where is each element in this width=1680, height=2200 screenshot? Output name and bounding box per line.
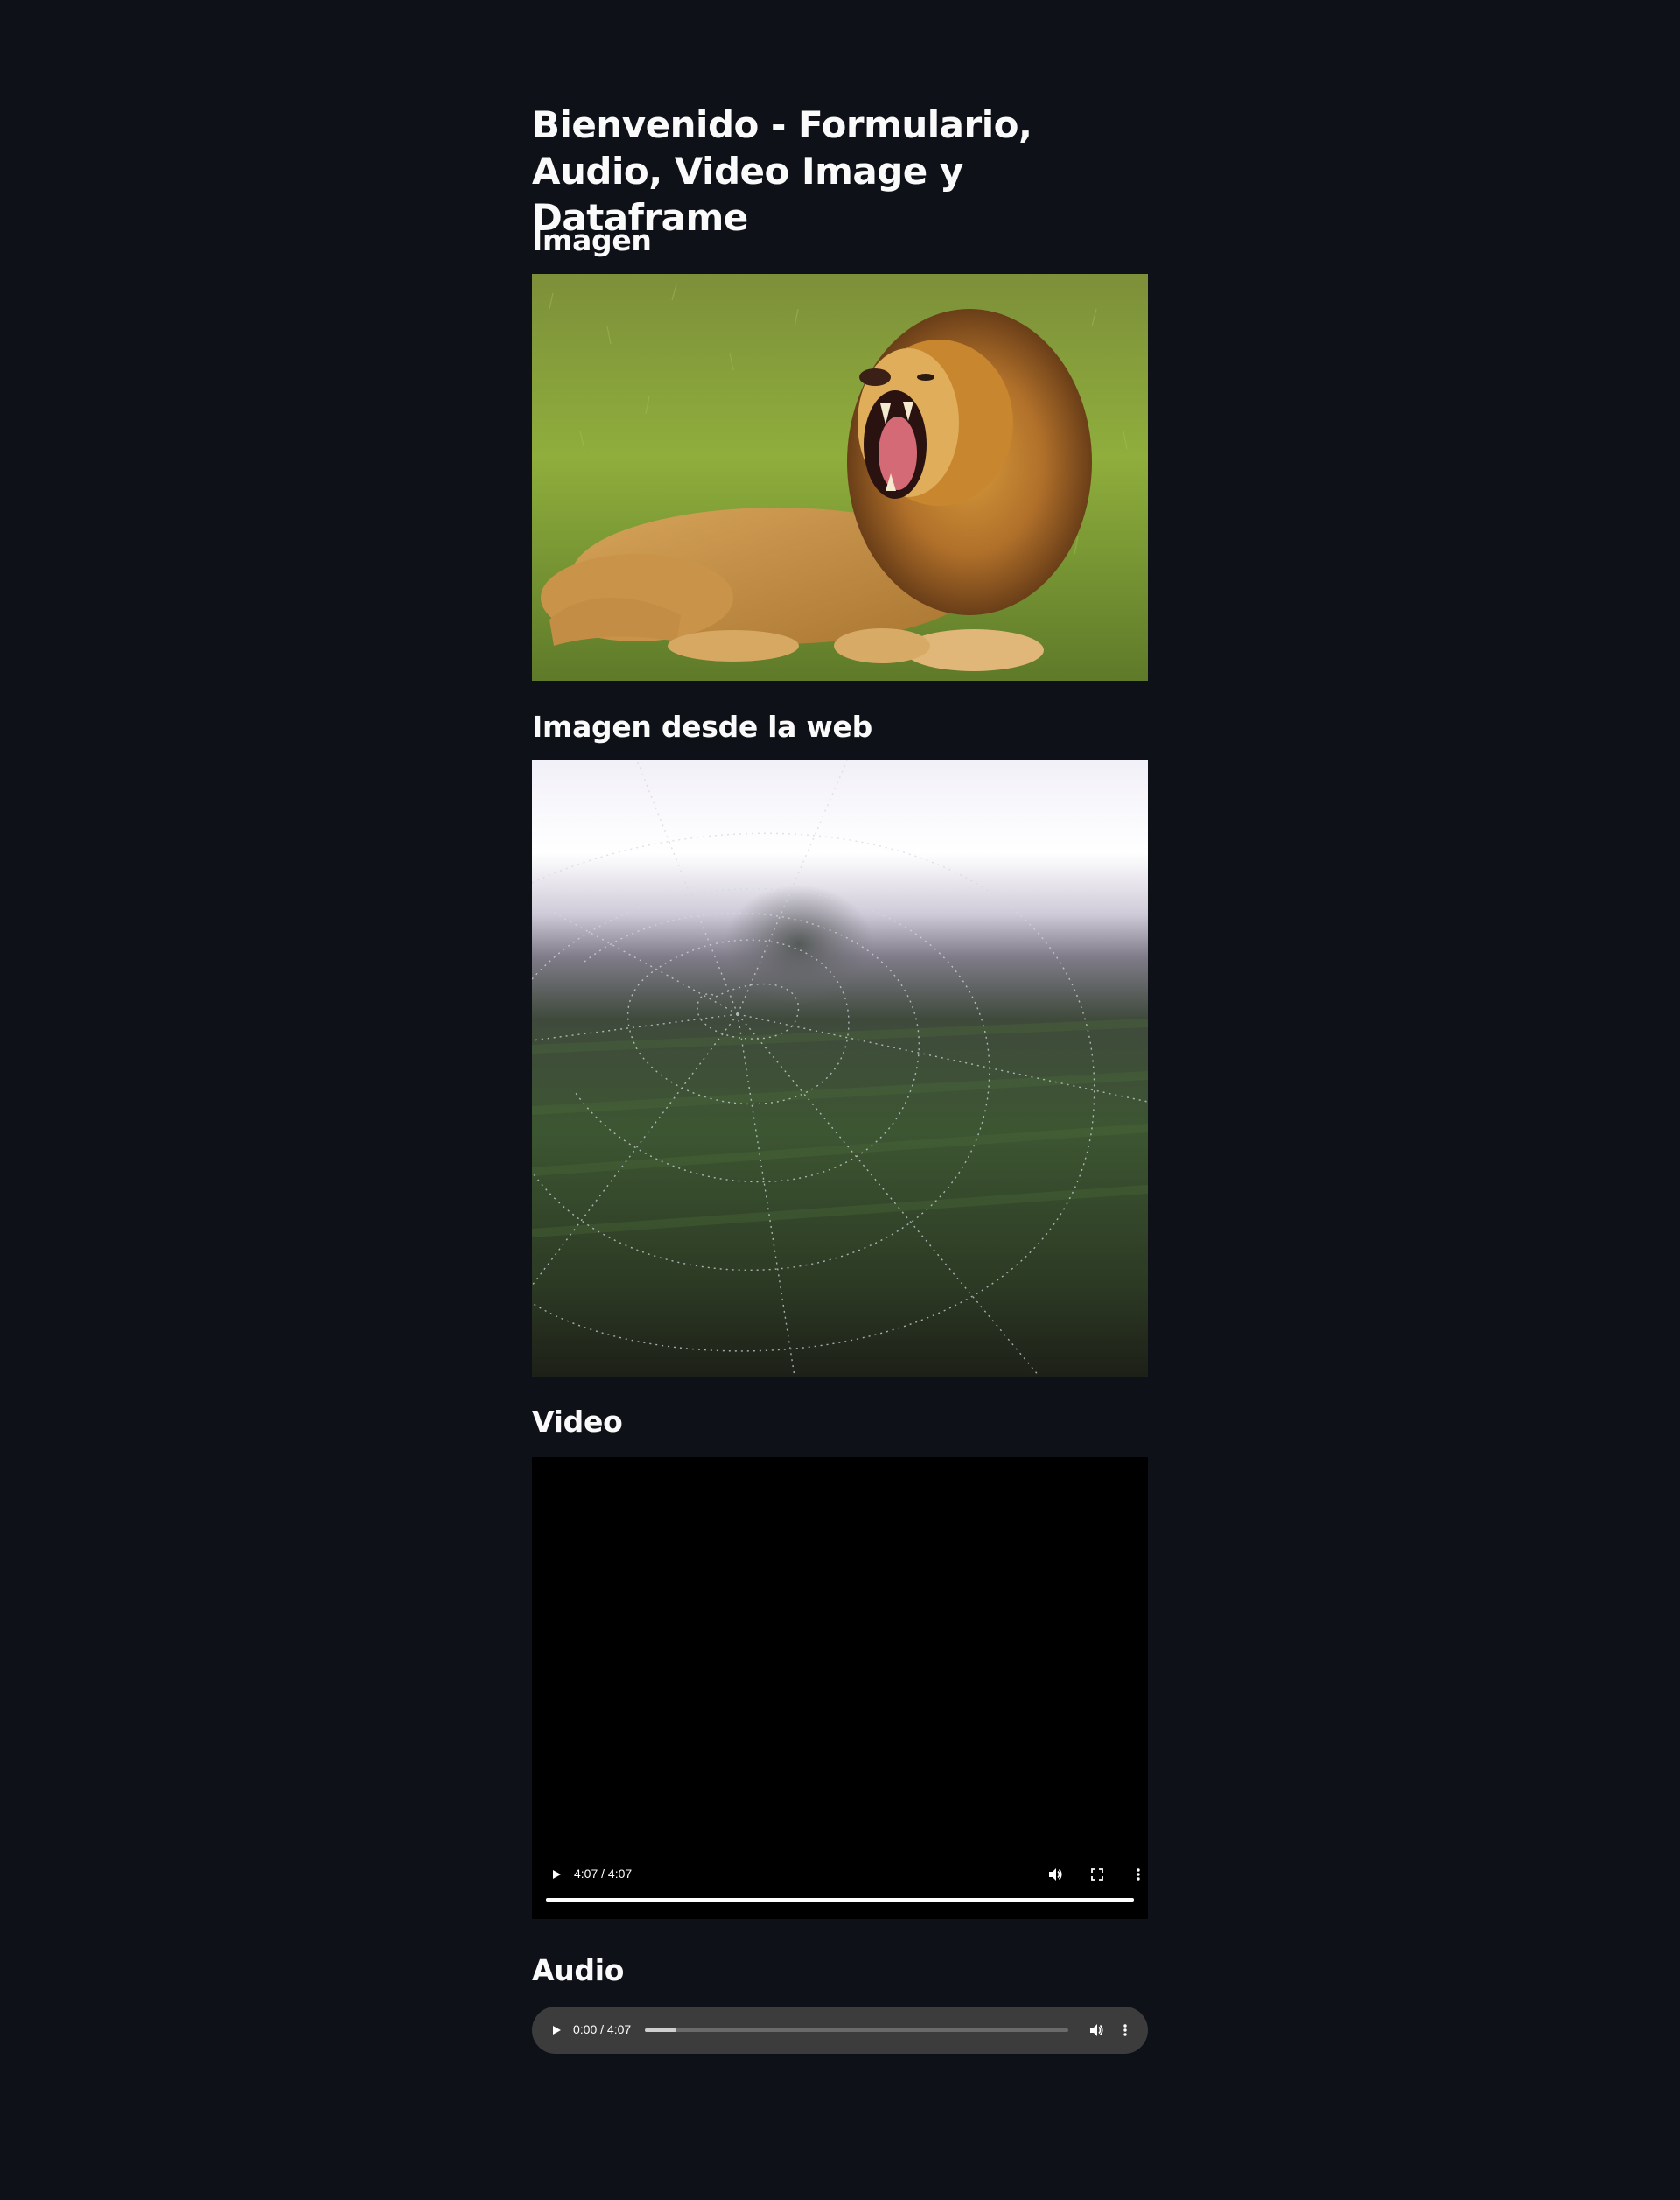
- audio-progress-fill: [645, 2028, 677, 2032]
- fullscreen-icon[interactable]: [1087, 1861, 1108, 1888]
- audio-player[interactable]: 0:00 / 4:07: [532, 2007, 1148, 2054]
- audio-progress-bar[interactable]: [645, 2028, 1068, 2032]
- image-heading: Imagen: [532, 223, 652, 257]
- volume-icon[interactable]: [1045, 1861, 1066, 1888]
- video-heading: Video: [532, 1405, 623, 1439]
- more-options-icon[interactable]: [1128, 1861, 1149, 1888]
- video-controls: 4:07 / 4:07: [546, 1861, 1140, 1888]
- audio-time: 0:00 / 4:07: [573, 2022, 632, 2036]
- video-player[interactable]: 4:07 / 4:07: [532, 1457, 1148, 1919]
- lion-image: [532, 274, 1148, 681]
- audio-volume-icon[interactable]: [1086, 2017, 1107, 2043]
- audio-heading: Audio: [532, 1953, 625, 1987]
- video-time: 4:07 / 4:07: [574, 1867, 633, 1881]
- video-progress-bar[interactable]: [546, 1898, 1134, 1902]
- video-progress-fill: [546, 1898, 1134, 1902]
- play-icon[interactable]: [546, 1861, 567, 1888]
- audio-more-options-icon[interactable]: [1115, 2017, 1136, 2043]
- page-title: Bienvenido - Formulario, Audio, Video Im…: [532, 103, 1032, 239]
- web-image-heading: Imagen desde la web: [532, 710, 872, 744]
- spider-web-image: [532, 760, 1148, 1377]
- audio-play-icon[interactable]: [546, 2017, 567, 2043]
